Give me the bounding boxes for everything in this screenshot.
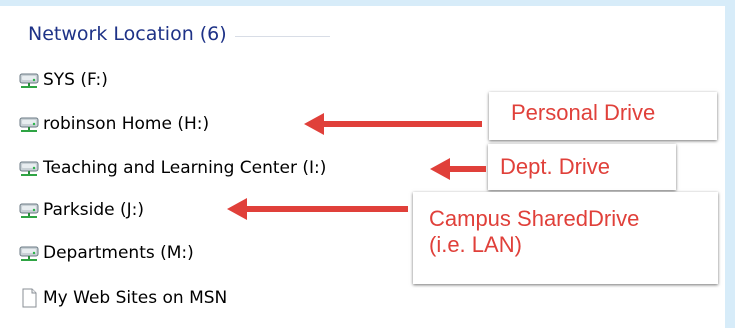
network-location-group-header[interactable]: Network Location (6) [28,20,330,48]
item-label: My Web Sites on MSN [43,288,228,308]
group-divider [234,35,330,37]
drive-item-departments[interactable]: Departments (M:) [18,240,194,266]
group-title: Network Location (6) [28,23,227,45]
drive-label: robinson Home (H:) [43,114,210,134]
network-drive-icon [19,203,39,218]
document-icon [22,288,37,308]
item-my-web-sites-on-msn[interactable]: My Web Sites on MSN [18,285,227,311]
network-drive-icon [19,161,39,176]
callout-personal-drive: Personal Drive [489,92,717,140]
drive-label: Parkside (J:) [43,200,144,220]
network-drive-icon [19,73,39,88]
drive-label: Departments (M:) [43,243,194,263]
network-drive-icon [19,246,39,261]
callout-text: Personal Drive [511,100,656,125]
drive-label: Teaching and Learning Center (I:) [43,158,327,178]
drive-label: SYS (F:) [43,70,108,90]
drive-item-robinson-home[interactable]: robinson Home (H:) [18,111,209,137]
callout-text-line1: Campus SharedDrive [429,206,640,231]
network-drive-icon [19,117,39,132]
drive-item-teaching-learning-center[interactable]: Teaching and Learning Center (I:) [18,155,326,181]
callout-dept-drive: Dept. Drive [488,144,676,190]
callout-text: Dept. Drive [500,154,611,179]
callout-text-line2: (i.e. LAN) [429,232,522,257]
callout-campus-shared-drive: Campus SharedDrive (i.e. LAN) [413,192,718,284]
drive-item-sys[interactable]: SYS (F:) [18,67,108,93]
drive-item-parkside[interactable]: Parkside (J:) [18,197,144,223]
